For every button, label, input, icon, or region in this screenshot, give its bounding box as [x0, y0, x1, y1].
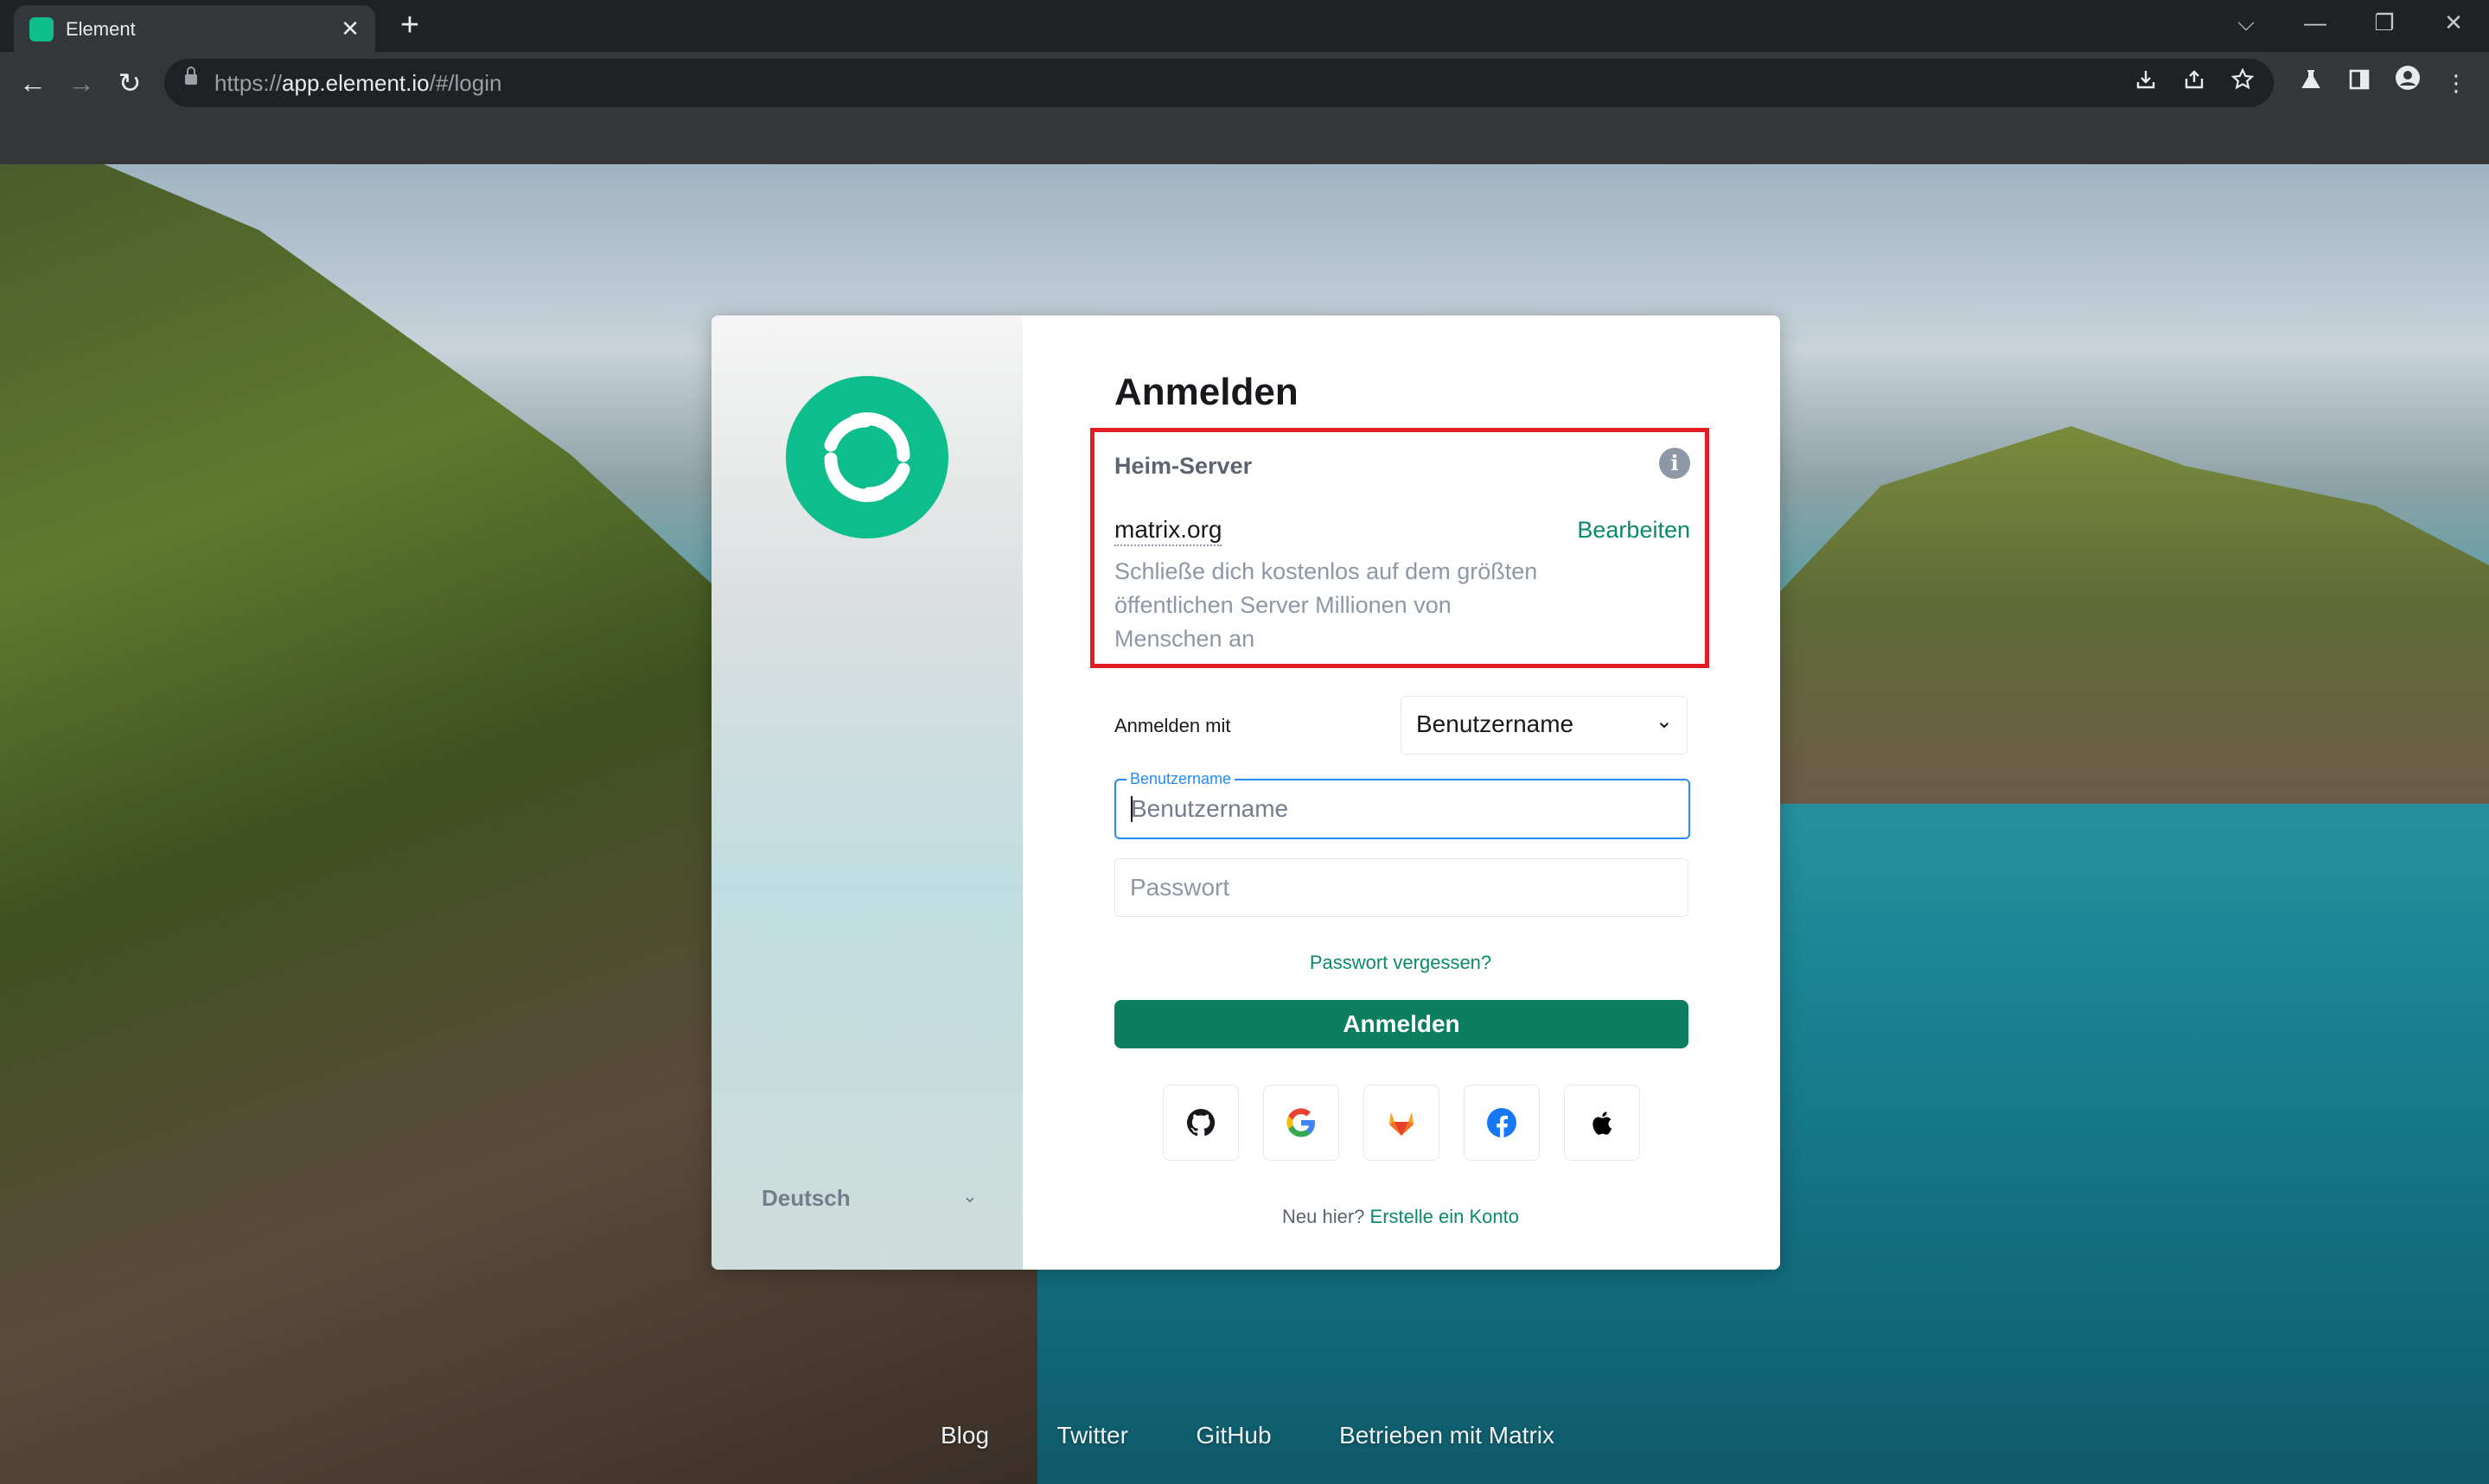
chevron-down-icon: ⌄ [1655, 710, 1673, 733]
bookmark-star-icon[interactable] [2224, 64, 2262, 102]
apple-icon [1592, 1111, 1612, 1135]
page-background: Deutsch ⌄ Anmelden Heim-Server i matrix.… [0, 164, 2489, 1484]
page-title: Anmelden [1114, 371, 1299, 413]
background-mountain-right [1729, 426, 2489, 804]
login-card: Deutsch ⌄ Anmelden Heim-Server i matrix.… [712, 315, 1780, 1270]
chevron-down-icon: ⌄ [961, 1185, 978, 1207]
install-app-icon[interactable] [2127, 64, 2165, 102]
tab-close-icon[interactable]: ✕ [334, 12, 367, 45]
language-dropdown[interactable]: Deutsch ⌄ [762, 1180, 978, 1214]
sso-github-button[interactable] [1163, 1085, 1239, 1161]
homeserver-heading: Heim-Server [1114, 453, 1253, 479]
login-with-label: Anmelden mit [1114, 715, 1231, 736]
sso-apple-button[interactable] [1564, 1085, 1640, 1161]
side-panel-icon[interactable] [2340, 64, 2378, 102]
login-type-select[interactable]: Benutzername ⌄ [1401, 696, 1688, 755]
url-text: https://app.element.io/#/login [214, 70, 502, 96]
password-field[interactable] [1114, 858, 1688, 917]
forgot-password-link[interactable]: Passwort vergessen? [1114, 952, 1687, 974]
homeserver-name[interactable]: matrix.org [1114, 515, 1222, 546]
window-close-icon[interactable]: ✕ [2417, 0, 2489, 45]
sso-gitlab-button[interactable] [1363, 1085, 1439, 1161]
homeserver-description: Schließe dich kostenlos auf dem größten … [1114, 558, 1538, 652]
create-account-link[interactable]: Erstelle ein Konto [1370, 1206, 1519, 1227]
sso-facebook-button[interactable] [1464, 1085, 1540, 1161]
facebook-icon [1487, 1108, 1516, 1137]
homeserver-box: Heim-Server i matrix.org Bearbeiten Schl… [1090, 428, 1709, 668]
github-icon [1186, 1108, 1216, 1137]
username-field[interactable]: Benutzername [1114, 770, 1690, 839]
gitlab-icon [1389, 1112, 1414, 1136]
signup-prompt-text: Neu hier? [1282, 1206, 1365, 1227]
login-type-value: Benutzername [1416, 710, 1574, 737]
back-icon[interactable]: ← [14, 64, 52, 102]
footer-link-github[interactable]: GitHub [1196, 1422, 1271, 1449]
profile-avatar-icon[interactable] [2389, 64, 2427, 102]
password-input[interactable] [1115, 859, 1688, 916]
edit-homeserver-button[interactable]: Bearbeiten [1577, 515, 1690, 545]
reload-icon[interactable]: ↻ [111, 64, 149, 102]
google-icon [1286, 1108, 1315, 1137]
username-input[interactable] [1116, 780, 1688, 838]
bookmark-bar [0, 114, 2489, 164]
auth-sidebar: Deutsch ⌄ [712, 315, 1023, 1270]
tab-search-icon[interactable]: ⌵ [2210, 0, 2282, 45]
browser-toolbar: ← → ↻ https://app.element.io/#/login ⋮ [0, 52, 2489, 114]
browser-menu-icon[interactable]: ⋮ [2437, 64, 2475, 102]
sso-buttons [1163, 1085, 1647, 1162]
share-icon[interactable] [2175, 64, 2213, 102]
forward-icon[interactable]: → [62, 64, 100, 102]
new-tab-button[interactable]: + [391, 7, 429, 45]
sign-in-button[interactable]: Anmelden [1114, 1000, 1688, 1048]
text-caret [1131, 796, 1133, 822]
restore-icon[interactable]: ❐ [2348, 0, 2421, 45]
sso-google-button[interactable] [1263, 1085, 1339, 1161]
footer-link-matrix[interactable]: Betrieben mit Matrix [1339, 1422, 1554, 1449]
labs-flask-icon[interactable] [2292, 64, 2330, 102]
browser-tab-element[interactable]: Element ✕ [14, 5, 375, 52]
tab-title: Element [66, 18, 136, 40]
lock-icon[interactable] [185, 67, 197, 85]
element-favicon-icon [29, 17, 54, 41]
element-logo-icon [786, 376, 948, 538]
browser-tabstrip: Element ✕ + ⌵ — ❐ ✕ [0, 0, 2489, 52]
footer: Blog Twitter GitHub Betrieben mit Matrix [0, 1422, 2489, 1465]
info-icon[interactable]: i [1659, 448, 1690, 479]
minimize-icon[interactable]: — [2279, 0, 2352, 45]
footer-link-blog[interactable]: Blog [941, 1422, 989, 1449]
footer-link-twitter[interactable]: Twitter [1057, 1422, 1128, 1449]
login-form-panel: Anmelden Heim-Server i matrix.org Bearbe… [1023, 315, 1780, 1270]
address-bar[interactable]: https://app.element.io/#/login [164, 59, 2274, 107]
footer-links: Blog Twitter GitHub Betrieben mit Matrix [941, 1422, 1618, 1449]
language-label: Deutsch [762, 1185, 851, 1211]
signup-prompt: Neu hier? Erstelle ein Konto [1114, 1206, 1687, 1228]
